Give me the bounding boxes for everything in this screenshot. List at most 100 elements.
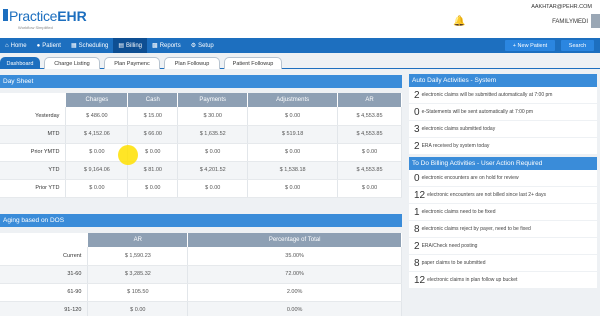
activity-text: electronic claims in plan follow up buck…: [427, 277, 518, 283]
aging-corner: [0, 233, 89, 247]
cell: $ 0.00: [87, 301, 189, 316]
row-label: 91-120: [0, 301, 89, 316]
cell: $ 4,152.06: [65, 125, 129, 144]
day-sheet-table: Charges Cash Payments Adjustments AR Yes…: [0, 93, 402, 198]
activity-text: electronic encounters are on hold for re…: [421, 175, 519, 181]
col-ar: AR: [337, 93, 402, 107]
nav-home[interactable]: ⌂ Home: [0, 38, 32, 53]
activity-count: 8: [414, 257, 420, 269]
row-label: Prior YMTD: [0, 143, 67, 162]
cell: $ 4,553.85: [337, 107, 402, 126]
tab-patient-followup[interactable]: Patient Followup: [224, 57, 282, 69]
cell: $ 9,164.06: [65, 161, 129, 180]
nav-reports[interactable]: ▩ Reports: [147, 38, 186, 53]
list-item[interactable]: 0 e-Statements will be sent automatically…: [409, 104, 597, 121]
cell: $ 4,553.85: [337, 161, 402, 180]
todo-activities-title: To Do Billing Activities - User Action R…: [409, 157, 597, 170]
cell: $ 519.18: [247, 125, 339, 144]
cell: $ 0.00: [177, 143, 249, 162]
list-item[interactable]: 8 electronic claims reject by payer, need…: [409, 221, 597, 238]
activity-count: 2: [414, 89, 420, 101]
tab-plan-followup[interactable]: Plan Followup: [164, 57, 220, 69]
table-row: YTD $ 9,164.06 $ 81.00 $ 4,201.52 $ 1,53…: [0, 161, 402, 180]
nav-scheduling[interactable]: ▦ Scheduling: [66, 38, 113, 53]
cell: 2.00%: [187, 283, 402, 302]
nav-patient[interactable]: ● Patient: [32, 38, 66, 53]
table-row: MTD $ 4,152.06 $ 66.00 $ 1,635.52 $ 519.…: [0, 125, 402, 144]
list-item[interactable]: 0 electronic encounters are on hold for r…: [409, 170, 597, 187]
logo-text-part2: EHR: [57, 8, 87, 24]
activity-text: electronic encounters are not billed sin…: [427, 192, 546, 198]
cell: 0.00%: [187, 301, 402, 316]
notification-bell-icon[interactable]: 🔔: [453, 16, 465, 30]
activity-text: electronic claims reject by payer, need …: [421, 226, 531, 232]
auto-activities-title: Auto Daily Activities - System: [409, 74, 597, 87]
cell: $ 0.00: [127, 179, 179, 198]
search-button[interactable]: Search: [561, 40, 594, 51]
activity-count: 0: [414, 106, 420, 118]
user-icon: ●: [36, 42, 41, 49]
col-percentage: Percentage of Total: [187, 233, 402, 247]
activity-text: paper claims to be submitted: [421, 260, 486, 266]
cell: $ 1,538.18: [247, 161, 339, 180]
nav-setup[interactable]: ⚙ Setup: [186, 38, 219, 53]
table-row: Prior YTD $ 0.00 $ 0.00 $ 0.00 $ 0.00 $ …: [0, 179, 402, 198]
day-sheet-corner: [0, 93, 67, 107]
cell: $ 1,635.52: [177, 125, 249, 144]
tab-charge-listing[interactable]: Charge Listing: [44, 57, 100, 69]
table-row: 61-90 $ 105.50 2.00%: [0, 283, 402, 302]
row-label: Prior YTD: [0, 179, 67, 198]
activity-text: ERA received by system today: [421, 143, 490, 149]
home-icon: ⌂: [5, 42, 9, 49]
activity-text: electronic claims need to be fixed: [421, 209, 496, 215]
cell: $ 0.00: [65, 179, 129, 198]
list-item[interactable]: 2 ERA/Check need posting: [409, 238, 597, 255]
aging-title: Aging based on DOS: [0, 214, 402, 227]
cell: $ 486.00: [65, 107, 129, 126]
cell: $ 4,201.52: [177, 161, 249, 180]
row-label: 31-60: [0, 265, 89, 284]
cell: $ 66.00: [127, 125, 179, 144]
practiceehr-logo[interactable]: Practice EHR: [3, 8, 87, 24]
logo-mark-icon: [3, 9, 8, 21]
list-item[interactable]: 12 electronic claims in plan follow up bu…: [409, 272, 597, 289]
tab-plan-payment[interactable]: Plan Paymenc: [104, 57, 160, 69]
activity-text: electronic claims will be submitted auto…: [421, 92, 553, 98]
activity-count: 2: [414, 140, 420, 152]
activity-count: 8: [414, 223, 420, 235]
avatar[interactable]: [591, 14, 600, 28]
activity-count: 0: [414, 172, 420, 184]
list-item[interactable]: 2 electronic claims will be submitted aut…: [409, 87, 597, 104]
row-label: 61-90: [0, 283, 89, 302]
chart-icon: ▩: [152, 43, 158, 49]
col-charges: Charges: [65, 93, 129, 107]
cell: 35.00%: [187, 247, 402, 266]
cell: $ 0.00: [247, 179, 339, 198]
list-item[interactable]: 2 ERA received by system today: [409, 138, 597, 155]
tab-dashboard[interactable]: Dashboard: [0, 57, 40, 69]
activity-count: 1: [414, 206, 420, 218]
list-item[interactable]: 12 electronic encounters are not billed s…: [409, 187, 597, 204]
list-item[interactable]: 8 paper claims to be submitted: [409, 255, 597, 272]
col-payments: Payments: [177, 93, 249, 107]
cell: $ 105.50: [87, 283, 189, 302]
activity-text: electronic claims submitted today: [421, 126, 496, 132]
cell: $ 0.00: [337, 143, 402, 162]
user-email: AAKHTAR@PEHR.COM: [531, 4, 592, 10]
logo-tagline: Workflow Simplified: [18, 25, 53, 30]
user-practice-name[interactable]: FAMILYMEDI: [552, 19, 588, 25]
activity-text: e-Statements will be sent automatically …: [421, 109, 534, 115]
table-row: Prior YMTD $ 0.00 $ 0.00 $ 0.00 $ 0.00 $…: [0, 143, 402, 162]
col-aging-ar: AR: [87, 233, 189, 247]
cursor-highlight: [118, 145, 138, 165]
table-row: 31-60 $ 3,285.32 72.00%: [0, 265, 402, 284]
list-item[interactable]: 1 electronic claims need to be fixed: [409, 204, 597, 221]
list-item[interactable]: 3 electronic claims submitted today: [409, 121, 597, 138]
nav-billing[interactable]: ▤ Billing: [113, 38, 148, 53]
new-patient-button[interactable]: + New Patient: [505, 40, 555, 51]
billing-activities-sidebar: Auto Daily Activities - System 2 electron…: [409, 74, 597, 289]
day-sheet-title: Day Sheet: [0, 75, 402, 88]
col-adjustments: Adjustments: [247, 93, 339, 107]
table-row: Current $ 1,590.23 35.00%: [0, 247, 402, 266]
row-label: MTD: [0, 125, 67, 144]
